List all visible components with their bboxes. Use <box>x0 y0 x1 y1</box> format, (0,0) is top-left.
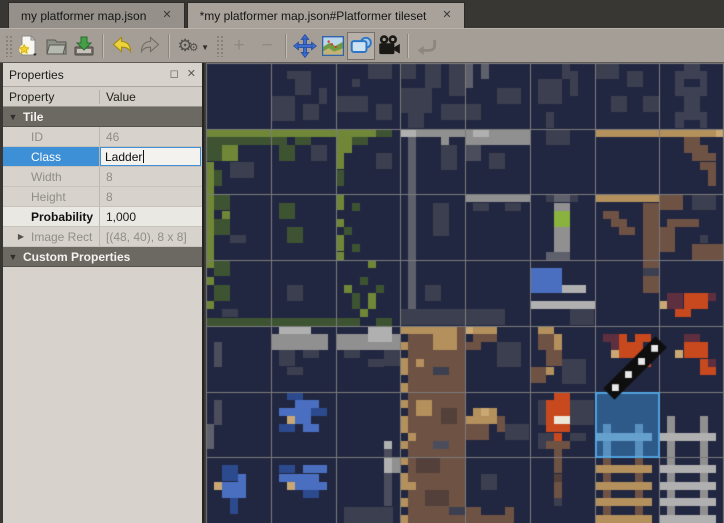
toolbar-grip[interactable] <box>216 35 223 57</box>
remove-tiles-button[interactable]: − <box>253 32 281 60</box>
toolbar-grip[interactable] <box>5 35 12 57</box>
open-file-button[interactable] <box>42 32 70 60</box>
property-value: Ladder <box>100 147 202 166</box>
jump-back-button[interactable] <box>413 32 441 60</box>
document-tabbar: my platformer map.json ✕ *my platformer … <box>0 0 724 28</box>
column-header-value: Value <box>100 90 136 104</box>
group-row-tile[interactable]: ▼ Tile <box>3 107 202 127</box>
group-row-custom-properties[interactable]: ▼ Custom Properties <box>3 247 202 267</box>
property-row-height[interactable]: Height 8 <box>3 187 202 207</box>
property-label: Class <box>3 147 100 166</box>
property-row-width[interactable]: Width 8 <box>3 167 202 187</box>
redo-icon <box>138 34 162 58</box>
collapse-triangle-icon[interactable]: ▼ <box>3 112 23 122</box>
property-label: Width <box>3 167 100 186</box>
map-image-icon <box>321 34 345 58</box>
property-label: Probability <box>3 207 100 226</box>
property-value: [(48, 40), 8 x 8] <box>100 227 202 246</box>
collapse-triangle-icon[interactable]: ▼ <box>3 252 23 262</box>
tab-map-document[interactable]: my platformer map.json ✕ <box>8 2 185 28</box>
undo-icon <box>110 34 134 58</box>
open-folder-icon <box>44 34 68 58</box>
tileset-view <box>204 63 724 523</box>
rect-ellipse-select-icon <box>349 34 373 58</box>
toolbar-separator <box>285 34 287 58</box>
property-label: Height <box>3 187 100 206</box>
tileset-image-button[interactable] <box>319 32 347 60</box>
save-icon <box>72 34 96 58</box>
tab-label: *my platformer map.json#Platformer tiles… <box>200 9 427 23</box>
chevron-down-icon: ▼ <box>201 43 209 52</box>
new-file-icon <box>16 34 40 58</box>
text-caret <box>143 150 144 163</box>
toolbar-separator <box>102 34 104 58</box>
save-button[interactable] <box>70 32 98 60</box>
close-panel-icon[interactable]: ✕ <box>187 69 196 80</box>
property-value: 1,000 <box>100 207 202 226</box>
close-icon[interactable]: ✕ <box>442 10 451 21</box>
move-tool-button[interactable] <box>291 32 319 60</box>
toolbar-separator <box>168 34 170 58</box>
property-label: ID <box>3 127 100 146</box>
toolbar-separator <box>407 34 409 58</box>
minus-icon: − <box>261 35 272 57</box>
properties-panel: Properties ◻ ✕ Property Value ▼ Tile ID … <box>3 63 204 523</box>
tile-animation-editor-button[interactable] <box>375 32 403 60</box>
float-panel-icon[interactable]: ◻ <box>170 69 179 80</box>
property-label: ▶Image Rect <box>3 227 100 246</box>
property-row-class[interactable]: Class Ladder <box>3 147 202 167</box>
group-label: Custom Properties <box>23 250 130 264</box>
tiled-editor-window: my platformer map.json ✕ *my platformer … <box>0 0 724 523</box>
gears-icon: ⚙⚙ <box>177 37 198 54</box>
new-map-button[interactable] <box>14 32 42 60</box>
return-arrow-icon <box>415 34 439 58</box>
close-icon[interactable]: ✕ <box>162 10 171 21</box>
group-label: Tile <box>23 110 43 124</box>
expand-triangle-icon[interactable]: ▶ <box>11 232 31 241</box>
column-header-property: Property <box>3 90 100 104</box>
property-row-image-rect[interactable]: ▶Image Rect [(48, 40), 8 x 8] <box>3 227 202 247</box>
move-arrows-icon <box>293 34 317 58</box>
properties-header: Property Value <box>3 87 202 107</box>
movie-camera-icon <box>376 33 402 59</box>
plus-icon: + <box>233 35 244 57</box>
tileset-canvas[interactable] <box>204 63 724 523</box>
property-row-id[interactable]: ID 46 <box>3 127 202 147</box>
tab-tileset-document[interactable]: *my platformer map.json#Platformer tiles… <box>187 2 465 28</box>
class-edit-field[interactable]: Ladder <box>100 147 201 166</box>
property-row-probability[interactable]: Probability 1,000 <box>3 207 202 227</box>
select-tiles-tool-button[interactable] <box>347 32 375 60</box>
execute-commands-button[interactable]: ⚙⚙ ▼ <box>174 32 202 60</box>
main-toolbar: ⚙⚙ ▼ + − <box>0 28 724 63</box>
undo-button[interactable] <box>108 32 136 60</box>
property-value: 8 <box>100 187 202 206</box>
panel-title: Properties <box>9 68 162 82</box>
property-value: 46 <box>100 127 202 146</box>
redo-button[interactable] <box>136 32 164 60</box>
property-value: 8 <box>100 167 202 186</box>
tab-label: my platformer map.json <box>21 9 146 23</box>
add-tiles-button[interactable]: + <box>225 32 253 60</box>
properties-titlebar[interactable]: Properties ◻ ✕ <box>3 63 202 87</box>
